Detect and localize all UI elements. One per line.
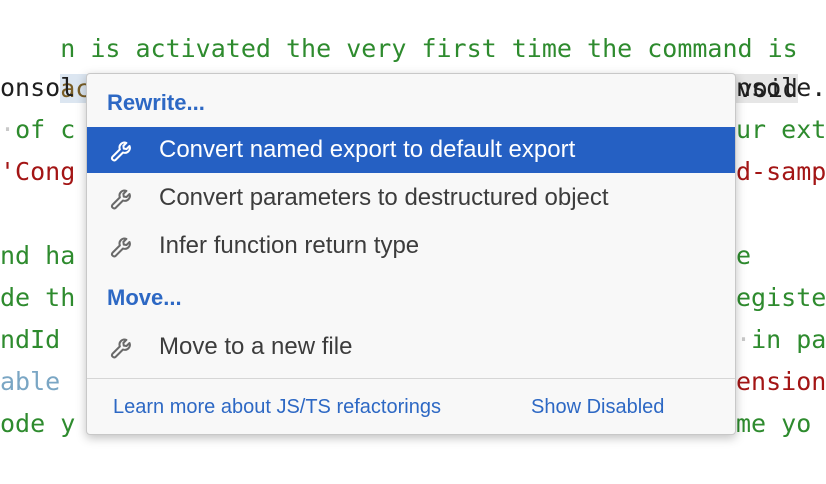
code-line-function-signature: activate(context: vscode.ExtensionContex… bbox=[0, 26, 798, 103]
fragment-text: nsole. bbox=[736, 73, 826, 102]
fragment-text: egiste bbox=[736, 283, 826, 312]
wrench-icon bbox=[107, 182, 139, 214]
code-fragment-left: de th bbox=[0, 277, 75, 319]
fragment-text: 'Cong bbox=[0, 157, 76, 186]
fragment-text: in pa bbox=[751, 325, 826, 354]
menu-item-infer-return-type[interactable]: Infer function return type bbox=[87, 223, 735, 269]
fragment-text: e bbox=[736, 241, 752, 270]
code-fragment-left: able bbox=[0, 361, 60, 403]
code-fragment-right: nsole. bbox=[736, 67, 826, 109]
code-fragment-right: egiste bbox=[736, 277, 826, 319]
menu-item-move-to-new-file[interactable]: Move to a new file bbox=[87, 324, 735, 370]
code-line-comment: n is activated the very first time the c… bbox=[0, 0, 798, 63]
fragment-text: of c bbox=[15, 115, 76, 144]
learn-more-link[interactable]: Learn more about JS/TS refactorings bbox=[113, 392, 441, 422]
menu-item-convert-parameters[interactable]: Convert parameters to destructured objec… bbox=[87, 175, 735, 221]
code-editor[interactable]: n is activated the very first time the c… bbox=[0, 0, 826, 484]
fragment-text: ur ext bbox=[736, 115, 826, 144]
group-header-move: Move... bbox=[107, 285, 182, 310]
code-fragment-left: ode y bbox=[0, 403, 75, 445]
code-fragment-right: e bbox=[736, 235, 751, 277]
code-fragment-left: 'Cong bbox=[0, 151, 75, 193]
fragment-text: me yo bbox=[736, 409, 812, 438]
wrench-icon bbox=[107, 331, 139, 363]
menu-item-convert-named-export[interactable]: Convert named export to default export bbox=[87, 127, 735, 173]
fragment-text: de th bbox=[0, 283, 76, 312]
code-fragment-left: onsol bbox=[0, 67, 75, 109]
code-fragment-right: me yo bbox=[736, 403, 811, 445]
code-fragment-left: nd ha bbox=[0, 235, 75, 277]
show-disabled-link[interactable]: Show Disabled bbox=[531, 392, 664, 422]
menu-item-label: Convert named export to default export bbox=[159, 136, 576, 163]
code-fragment-left: ·of c bbox=[0, 115, 76, 144]
code-fragment-right: d-samp bbox=[736, 151, 826, 193]
fragment-text: ndId bbox=[0, 325, 61, 354]
fragment-text: ode y bbox=[0, 409, 76, 438]
wrench-icon bbox=[107, 230, 139, 262]
wrench-icon bbox=[107, 134, 139, 166]
code-fragment-right: ·in pa bbox=[736, 325, 826, 354]
fragment-text: nd ha bbox=[0, 241, 76, 270]
fragment-text: ension bbox=[736, 367, 826, 396]
fragment-text: onsol bbox=[0, 73, 76, 102]
refactor-menu[interactable]: Rewrite... Convert named export to defau… bbox=[86, 73, 736, 435]
fragment-text: able bbox=[0, 367, 61, 396]
menu-item-label: Convert parameters to destructured objec… bbox=[159, 184, 609, 211]
menu-separator bbox=[87, 378, 735, 379]
fragment-text: d-samp bbox=[736, 157, 826, 186]
menu-item-label: Infer function return type bbox=[159, 232, 420, 259]
group-header-rewrite: Rewrite... bbox=[107, 90, 205, 115]
menu-item-label: Move to a new file bbox=[159, 333, 353, 360]
code-fragment-right: ension bbox=[736, 361, 826, 403]
code-fragment-right: ur ext bbox=[736, 109, 826, 151]
code-fragment-left: ndId bbox=[0, 319, 60, 361]
